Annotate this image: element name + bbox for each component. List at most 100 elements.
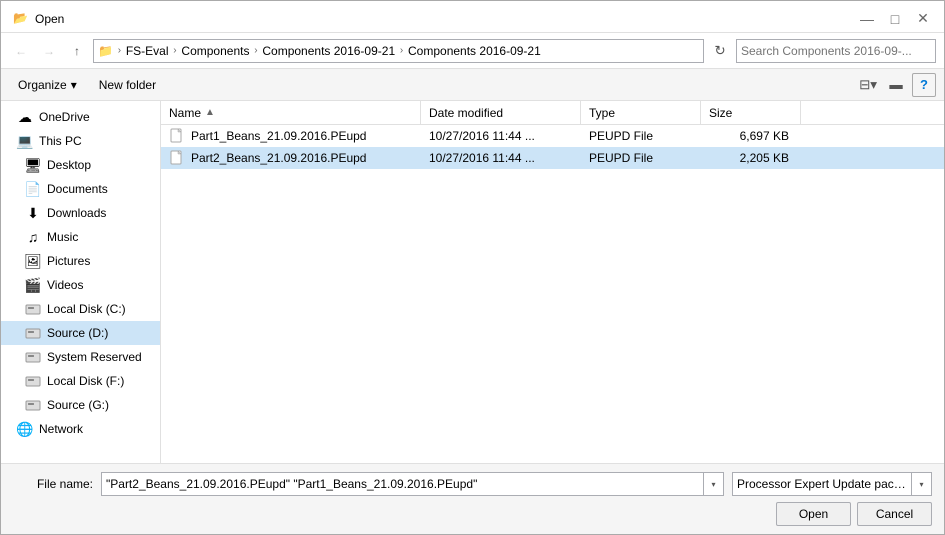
file-icon (169, 150, 185, 166)
filetype-dropdown-button[interactable]: ▾ (911, 473, 931, 495)
sidebar-item-label: Videos (47, 278, 83, 292)
file-size-cell: 6,697 KB (701, 129, 801, 143)
sidebar-item-label: Source (D:) (47, 326, 108, 340)
sidebar-item-label: Source (G:) (47, 398, 109, 412)
file-date-cell: 10/27/2016 11:44 ... (421, 129, 581, 143)
sidebar-item-videos[interactable]: 🎬 Videos (1, 273, 160, 297)
sidebar-item-network[interactable]: 🌐 Network (1, 417, 160, 441)
chevron-down-icon: ▾ (71, 78, 77, 92)
sidebar-item-label: Documents (47, 182, 108, 196)
title-controls: — □ ✕ (854, 9, 936, 29)
sort-arrow: ▲ (205, 107, 215, 118)
open-button[interactable]: Open (776, 502, 851, 526)
filename-input-wrapper[interactable]: ▾ (101, 472, 724, 496)
file-type-cell: PEUPD File (581, 151, 701, 165)
close-button[interactable]: ✕ (910, 9, 936, 29)
file-name-cell: Part2_Beans_21.09.2016.PEupd (161, 150, 421, 166)
toolbar-right: ⊟▾ ▬ ? (856, 73, 936, 97)
search-input[interactable] (741, 44, 931, 58)
refresh-button[interactable]: ↻ (708, 39, 732, 63)
filename-dropdown-button[interactable]: ▾ (703, 473, 723, 495)
sidebar-item-local-disk-c[interactable]: Local Disk (C:) (1, 297, 160, 321)
downloads-icon: ⬇ (25, 205, 41, 221)
breadcrumb: 📁 › FS-Eval › Components › Components 20… (98, 44, 541, 58)
filename-input[interactable] (102, 477, 703, 491)
bottom-bar: File name: ▾ Processor Expert Update pac… (1, 463, 944, 534)
cancel-button[interactable]: Cancel (857, 502, 932, 526)
computer-icon: 💻 (17, 133, 33, 149)
action-row: Open Cancel (13, 502, 932, 526)
disk-icon (25, 325, 41, 341)
sidebar-item-label: Desktop (47, 158, 91, 172)
dialog-title: Open (35, 12, 64, 26)
onedrive-icon: ☁ (17, 109, 33, 125)
sidebar: ☁ OneDrive 💻 This PC 🖥 Desktop 📄 Documen… (1, 101, 161, 463)
sidebar-item-music[interactable]: ♫ Music (1, 225, 160, 249)
filetype-wrapper[interactable]: Processor Expert Update packa... ▾ (732, 472, 932, 496)
sidebar-item-label: Local Disk (F:) (47, 374, 124, 388)
toolbar: Organize ▾ New folder ⊟▾ ▬ ? (1, 69, 944, 101)
disk-icon (25, 373, 41, 389)
filename-label: File name: (13, 477, 93, 491)
column-header-date[interactable]: Date modified (421, 101, 581, 124)
sidebar-item-documents[interactable]: 📄 Documents (1, 177, 160, 201)
sidebar-item-label: Network (39, 422, 83, 436)
column-header-type[interactable]: Type (581, 101, 701, 124)
view-button[interactable]: ⊟▾ (856, 73, 880, 97)
forward-button[interactable]: → (37, 39, 61, 63)
address-path[interactable]: 📁 › FS-Eval › Components › Components 20… (93, 39, 704, 63)
address-bar: ← → ↑ 📁 › FS-Eval › Components › Compone… (1, 33, 944, 69)
organize-button[interactable]: Organize ▾ (9, 73, 86, 97)
title-bar: 📂 Open — □ ✕ (1, 1, 944, 33)
file-icon (169, 128, 185, 144)
search-box[interactable] (736, 39, 936, 63)
sidebar-item-onedrive[interactable]: ☁ OneDrive (1, 105, 160, 129)
videos-icon: 🎬 (25, 277, 41, 293)
column-header-name[interactable]: Name ▲ (161, 101, 421, 124)
sidebar-item-downloads[interactable]: ⬇ Downloads (1, 201, 160, 225)
column-header-size[interactable]: Size (701, 101, 801, 124)
sidebar-item-local-disk-f[interactable]: Local Disk (F:) (1, 369, 160, 393)
sidebar-item-source-d[interactable]: Source (D:) (1, 321, 160, 345)
breadcrumb-icon: 📁 (98, 44, 113, 58)
sidebar-item-pictures[interactable]: 🖼 Pictures (1, 249, 160, 273)
disk-icon (25, 349, 41, 365)
details-button[interactable]: ▬ (884, 73, 908, 97)
disk-icon (25, 397, 41, 413)
filetype-label: Processor Expert Update packa... (733, 477, 911, 491)
network-icon: 🌐 (17, 421, 33, 437)
sidebar-item-system-reserved[interactable]: System Reserved (1, 345, 160, 369)
sidebar-item-source-g[interactable]: Source (G:) (1, 393, 160, 417)
sidebar-item-thispc[interactable]: 💻 This PC (1, 129, 160, 153)
sidebar-item-label: Local Disk (C:) (47, 302, 126, 316)
sidebar-item-label: This PC (39, 134, 82, 148)
file-list-header: Name ▲ Date modified Type Size (161, 101, 944, 125)
music-icon: ♫ (25, 229, 41, 245)
sidebar-item-label: Pictures (47, 254, 90, 268)
up-button[interactable]: ↑ (65, 39, 89, 63)
sidebar-item-desktop[interactable]: 🖥 Desktop (1, 153, 160, 177)
dialog-icon: 📂 (13, 11, 29, 27)
file-type-cell: PEUPD File (581, 129, 701, 143)
file-list-body: Part1_Beans_21.09.2016.PEupd 10/27/2016 … (161, 125, 944, 463)
pictures-icon: 🖼 (25, 253, 41, 269)
title-bar-left: 📂 Open (13, 11, 64, 27)
sidebar-item-label: Music (47, 230, 78, 244)
table-row[interactable]: Part1_Beans_21.09.2016.PEupd 10/27/2016 … (161, 125, 944, 147)
main-content: ☁ OneDrive 💻 This PC 🖥 Desktop 📄 Documen… (1, 101, 944, 463)
maximize-button[interactable]: □ (882, 9, 908, 29)
sidebar-item-label: Downloads (47, 206, 106, 220)
minimize-button[interactable]: — (854, 9, 880, 29)
documents-icon: 📄 (25, 181, 41, 197)
help-button[interactable]: ? (912, 73, 936, 97)
new-folder-button[interactable]: New folder (90, 73, 165, 97)
open-dialog: 📂 Open — □ ✕ ← → ↑ 📁 › FS-Eval › Compone… (0, 0, 945, 535)
table-row[interactable]: Part2_Beans_21.09.2016.PEupd 10/27/2016 … (161, 147, 944, 169)
disk-icon (25, 301, 41, 317)
back-button[interactable]: ← (9, 39, 33, 63)
filename-row: File name: ▾ Processor Expert Update pac… (13, 472, 932, 496)
sidebar-item-label: OneDrive (39, 110, 90, 124)
desktop-icon: 🖥 (25, 157, 41, 173)
sidebar-item-label: System Reserved (47, 350, 142, 364)
file-list: Name ▲ Date modified Type Size (161, 101, 944, 463)
